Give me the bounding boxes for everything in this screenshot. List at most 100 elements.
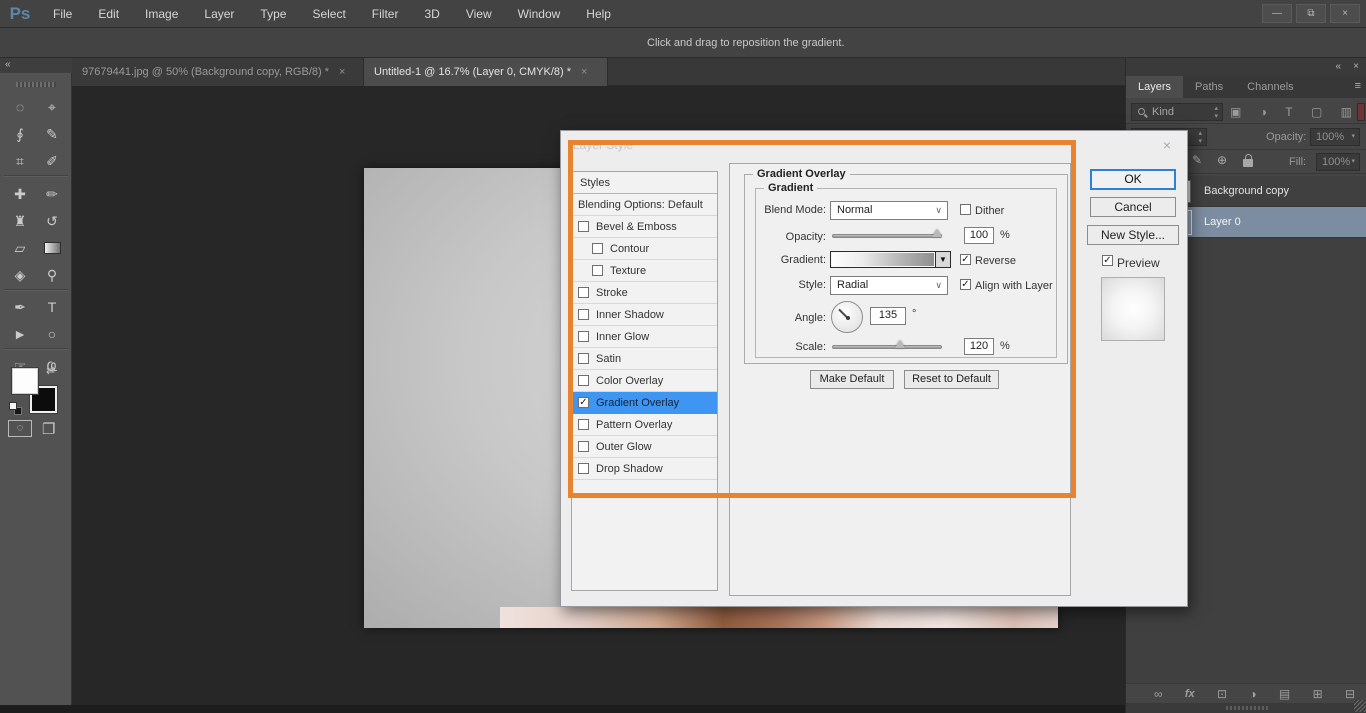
layer-effects-icon[interactable]: fx [1185, 684, 1195, 704]
tool-ellipse-shape[interactable]: ○ [37, 321, 67, 347]
tool-move[interactable]: ⌖ [37, 94, 67, 120]
menu-select[interactable]: Select [299, 0, 358, 28]
pixel-layer-filter-icon[interactable]: ▣ [1230, 103, 1241, 121]
restore-button[interactable]: ⧉ [1296, 4, 1326, 23]
opacity-select[interactable]: 100% ▾ [1310, 128, 1360, 146]
tool-path-selection[interactable]: ► [5, 321, 35, 347]
tool-eyedropper[interactable]: ✐ [37, 148, 67, 174]
collapse-icon: « [5, 59, 11, 70]
tool-quick-selection[interactable]: ✎ [37, 121, 67, 147]
preview-checkbox[interactable]: ✓ [1102, 255, 1113, 266]
opacity-label: Opacity: [1266, 124, 1306, 150]
smart-object-filter-icon[interactable]: ▥ [1341, 103, 1352, 121]
cancel-button[interactable]: Cancel [1090, 197, 1176, 217]
close-panel-icon[interactable]: × [1353, 61, 1359, 72]
photoshop-logo: Ps [6, 2, 34, 26]
menu-layer[interactable]: Layer [191, 0, 247, 28]
grip-dots [1226, 706, 1270, 710]
dialog-close-icon[interactable]: × [1163, 137, 1171, 153]
tools-grip[interactable] [16, 82, 56, 87]
lock-position-icon[interactable]: ⊕ [1217, 153, 1227, 167]
annotation-highlight-rectangle [568, 140, 1076, 498]
layer-name: Background copy [1204, 176, 1289, 207]
menu-type[interactable]: Type [247, 0, 299, 28]
tab-paths[interactable]: Paths [1183, 76, 1235, 98]
default-colors-icon[interactable] [9, 402, 17, 410]
menu-edit[interactable]: Edit [85, 0, 132, 28]
fill-value: 100% [1317, 156, 1350, 168]
menu-view[interactable]: View [453, 0, 505, 28]
type-layer-filter-icon[interactable]: T [1285, 103, 1292, 121]
link-layers-icon[interactable]: ∞ [1154, 684, 1163, 704]
new-layer-icon[interactable]: ⊞ [1313, 684, 1323, 704]
menu-window[interactable]: Window [505, 0, 574, 28]
panel-menu-icon[interactable]: ≡ [1355, 80, 1361, 92]
preview-label: Preview [1117, 256, 1160, 270]
menu-filter[interactable]: Filter [359, 0, 412, 28]
ok-button[interactable]: OK [1090, 169, 1176, 190]
tool-hint-text: Click and drag to reposition the gradien… [647, 28, 845, 58]
filter-toggle[interactable] [1357, 103, 1365, 121]
foreground-color-swatch[interactable] [12, 368, 38, 394]
tool-brush[interactable]: ✏ [37, 181, 67, 207]
tool-blur[interactable]: ◈ [5, 262, 35, 288]
separator [4, 175, 68, 177]
lock-pixels-icon[interactable]: ✎ [1192, 153, 1202, 167]
tool-history-brush[interactable]: ↺ [37, 208, 67, 234]
layer-filter-row: Kind ▴▾ ▣ ◑ T ▢ ▥ [1126, 100, 1366, 124]
panel-tab-bar: Layers Paths Channels ≡ [1126, 76, 1366, 98]
tool-options-bar: ► ✥ ▾ Click and drag to reposition the g… [0, 28, 1366, 58]
swap-colors-icon[interactable]: ⇄ [46, 364, 55, 377]
close-tab-icon[interactable]: × [581, 66, 587, 78]
layer-name: Layer 0 [1204, 207, 1241, 238]
caret-down-icon: ▾ [1351, 158, 1355, 166]
menu-bar: Ps File Edit Image Layer Type Select Fil… [0, 0, 1366, 28]
adjustment-layer-icon[interactable]: ◑ [1249, 684, 1256, 704]
menu-list: File Edit Image Layer Type Select Filter… [40, 0, 624, 28]
spinner-icon: ▴▾ [1198, 130, 1202, 146]
document-tab-1[interactable]: 97679441.jpg @ 50% (Background copy, RGB… [72, 58, 364, 86]
tool-lasso[interactable]: ∮ [5, 121, 35, 147]
close-tab-icon[interactable]: × [339, 66, 345, 78]
tool-crop[interactable]: ⌗ [5, 148, 35, 174]
menu-file[interactable]: File [40, 0, 85, 28]
shape-layer-filter-icon[interactable]: ▢ [1311, 103, 1322, 121]
layer-mask-icon[interactable]: ⊡ [1217, 684, 1227, 704]
resize-grip-icon[interactable] [1354, 700, 1366, 712]
document-tab-2-title: Untitled-1 @ 16.7% (Layer 0, CMYK/8) * [374, 66, 571, 78]
kind-filter-select[interactable]: Kind ▴▾ [1131, 103, 1223, 121]
fill-select[interactable]: 100% ▾ [1316, 153, 1360, 171]
menu-image[interactable]: Image [132, 0, 191, 28]
close-button[interactable]: × [1330, 4, 1360, 23]
minimize-button[interactable]: — [1262, 4, 1292, 23]
opacity-value: 100% [1311, 131, 1344, 143]
menu-3d[interactable]: 3D [411, 0, 452, 28]
panel-resize-strip[interactable] [1126, 703, 1366, 713]
document-tab-bar: 97679441.jpg @ 50% (Background copy, RGB… [72, 58, 1125, 86]
tools-collapse-header[interactable]: « [0, 58, 72, 73]
collapse-panels-icon[interactable]: « [1335, 61, 1341, 72]
tool-clone-stamp[interactable]: ♜ [5, 208, 35, 234]
quick-mask-button[interactable]: ◌ [8, 420, 32, 437]
document-tab-2[interactable]: Untitled-1 @ 16.7% (Layer 0, CMYK/8) * × [364, 58, 608, 86]
menu-help[interactable]: Help [573, 0, 624, 28]
tool-eraser[interactable]: ▱ [5, 235, 35, 261]
tool-spot-healing[interactable]: ✚ [5, 181, 35, 207]
tool-pen[interactable]: ✒ [5, 294, 35, 320]
tool-type[interactable]: T [37, 294, 67, 320]
tool-gradient[interactable] [37, 235, 67, 261]
tool-dodge[interactable]: ⚲ [37, 262, 67, 288]
window-controls: — ⧉ × [1262, 4, 1360, 23]
tab-layers[interactable]: Layers [1126, 76, 1183, 98]
photo-layer-sliver [500, 607, 1058, 628]
separator [4, 348, 68, 350]
layer-group-icon[interactable]: ▤ [1279, 684, 1290, 704]
screen-mode-button[interactable]: ❐ [42, 420, 55, 438]
gradient-swatch-icon [44, 242, 61, 254]
tool-elliptical-marquee[interactable]: ◌ [5, 94, 35, 120]
lock-all-icon[interactable] [1243, 159, 1253, 167]
separator [4, 289, 68, 291]
tab-channels[interactable]: Channels [1235, 76, 1305, 98]
new-style-button[interactable]: New Style... [1087, 225, 1179, 245]
adjustment-layer-filter-icon[interactable]: ◑ [1260, 103, 1267, 121]
